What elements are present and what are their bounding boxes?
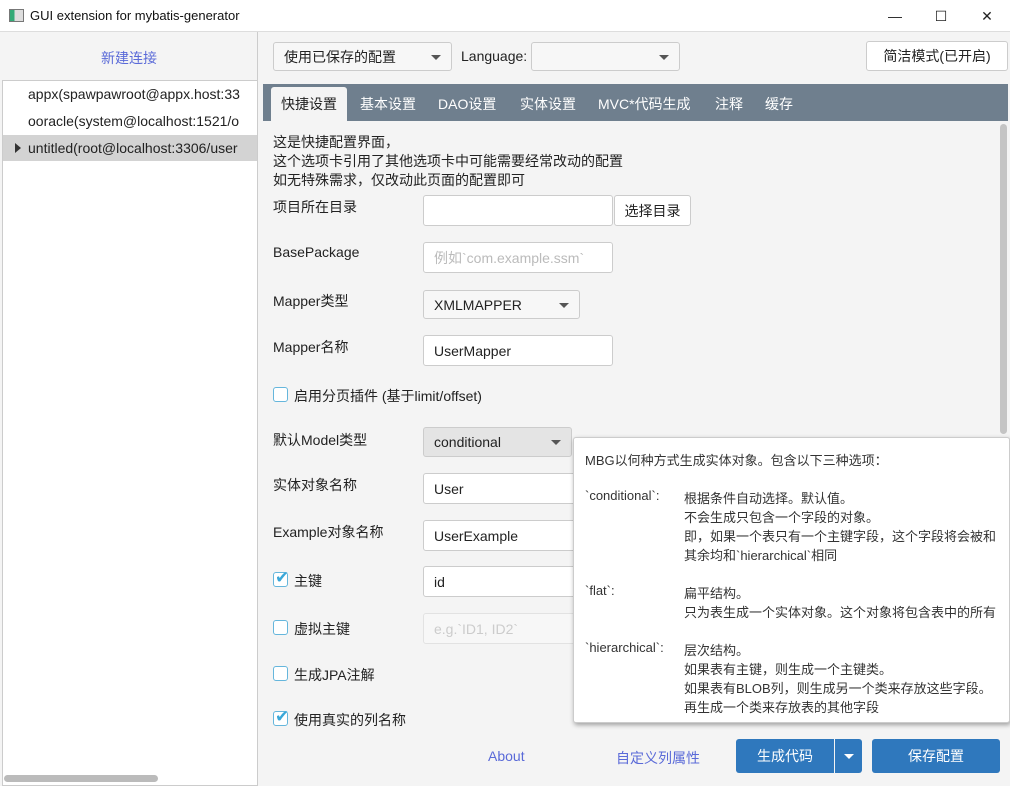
entity-name-label: 实体对象名称 [273, 477, 357, 493]
horizontal-scrollbar[interactable] [4, 775, 158, 782]
tooltip-line: 不会生成只包含一个字段的对象。 [684, 510, 880, 525]
tab-basic-settings[interactable]: 基本设置 [360, 84, 416, 121]
mapper-type-label: Mapper类型 [273, 293, 349, 309]
saved-config-value: 使用已保存的配置 [284, 48, 396, 65]
generate-options-button[interactable] [835, 739, 862, 773]
language-label: Language: [461, 48, 528, 64]
maximize-button[interactable]: ☐ [918, 0, 964, 32]
tab-dao-settings[interactable]: DAO设置 [438, 84, 496, 121]
sidebar: 新建连接 appx(spawpawroot@appx.host:33 oorac… [0, 32, 258, 786]
primary-key-label: 主键 [294, 573, 322, 589]
mapper-name-input[interactable]: UserMapper [423, 335, 613, 366]
project-dir-label: 项目所在目录 [273, 199, 357, 215]
chevron-down-icon [659, 54, 669, 60]
title-bar: GUI extension for mybatis-generator — ☐ … [0, 0, 1010, 32]
chevron-down-icon [843, 753, 854, 759]
tooltip-line: 即，如果一个表只有一个主键字段，这个字段将会被和 [684, 529, 997, 544]
minimize-button[interactable]: — [872, 0, 918, 32]
about-link[interactable]: About [488, 748, 525, 764]
mapper-type-value: XMLMAPPER [434, 296, 522, 313]
tooltip-line: 如果表有BLOB列，则生成另一个类来存放这些字段。 [684, 681, 992, 696]
mapper-type-select[interactable]: XMLMAPPER [423, 290, 580, 319]
connection-item-selected[interactable]: untitled(root@localhost:3306/user [3, 135, 257, 161]
generate-code-button[interactable]: 生成代码 [736, 739, 834, 773]
window-title: GUI extension for mybatis-generator [30, 8, 240, 23]
intro-line: 如无特殊需求，仅改动此页面的配置即可 [273, 172, 525, 188]
tab-bar: 快捷设置 基本设置 DAO设置 实体设置 MVC*代码生成 注释 缓存 [263, 84, 1008, 121]
primary-key-checkbox[interactable]: ✔ [273, 568, 289, 587]
model-type-value: conditional [434, 434, 501, 450]
tooltip-key: `conditional`: [585, 488, 660, 503]
tooltip-key: `hierarchical`: [585, 640, 664, 655]
pagination-checkbox[interactable] [273, 387, 288, 402]
example-name-label: Example对象名称 [273, 524, 384, 540]
real-column-label: 使用真实的列名称 [294, 712, 406, 728]
tooltip-line: 其余均和`hierarchical`相同 [684, 548, 838, 563]
connection-item[interactable]: appx(spawpawroot@appx.host:33 [3, 81, 257, 107]
project-dir-input[interactable] [423, 195, 613, 226]
connection-label: untitled(root@localhost:3306/user [28, 140, 238, 156]
tooltip-line: 扁平结构。 [684, 586, 750, 601]
mapper-name-label: Mapper名称 [273, 339, 349, 355]
tooltip-key: `flat`: [585, 583, 615, 598]
connection-item[interactable]: ooracle(system@localhost:1521/o [3, 108, 257, 134]
app-icon [9, 9, 24, 22]
tooltip-line: 层次结构。 [684, 643, 750, 658]
close-button[interactable]: ✕ [964, 0, 1010, 32]
tab-quick-settings[interactable]: 快捷设置 [271, 87, 347, 121]
tooltip-line: 根据条件自动选择。默认值。 [684, 491, 854, 506]
saved-config-select[interactable]: 使用已保存的配置 [273, 42, 452, 71]
model-type-tooltip: MBG以何种方式生成实体对象。包含以下三种选项： `conditional`: … [573, 437, 1010, 723]
chevron-down-icon [551, 440, 561, 445]
checkmark-icon: ✔ [275, 568, 290, 587]
tooltip-line: 只为表生成一个实体对象。这个对象将包含表中的所有 [684, 605, 997, 620]
custom-columns-link[interactable]: 自定义列属性 [616, 748, 700, 768]
intro-line: 这个选项卡引用了其他选项卡中可能需要经常改动的配置 [273, 153, 623, 169]
choose-dir-button[interactable]: 选择目录 [614, 195, 691, 226]
jpa-checkbox[interactable] [273, 666, 288, 681]
base-package-input[interactable]: 例如`com.example.ssm` [423, 242, 613, 273]
language-select[interactable] [531, 42, 680, 71]
intro-line: 这是快捷配置界面， [273, 134, 399, 150]
jpa-label: 生成JPA注解 [294, 667, 375, 683]
pagination-label: 启用分页插件 (基于limit/offset) [294, 388, 482, 404]
vertical-scrollbar[interactable] [1000, 124, 1007, 434]
simple-mode-button[interactable]: 简洁模式(已开启) [866, 41, 1008, 71]
connection-tree: appx(spawpawroot@appx.host:33 ooracle(sy… [2, 80, 258, 786]
base-package-label: BasePackage [273, 244, 360, 260]
tab-mvc-codegen[interactable]: MVC*代码生成 [598, 84, 691, 121]
new-connection-link[interactable]: 新建连接 [0, 48, 258, 68]
checkmark-icon: ✔ [275, 707, 290, 726]
tooltip-heading: MBG以何种方式生成实体对象。包含以下三种选项： [585, 453, 888, 468]
tooltip-line: 再生成一个类来存放表的其他字段 [684, 700, 880, 715]
tab-entity-settings[interactable]: 实体设置 [520, 84, 576, 121]
model-type-select[interactable]: conditional [423, 427, 572, 457]
tab-cache[interactable]: 缓存 [765, 84, 793, 121]
tab-comments[interactable]: 注释 [715, 84, 743, 121]
chevron-down-icon [431, 54, 441, 60]
chevron-down-icon [559, 302, 569, 308]
save-config-button[interactable]: 保存配置 [872, 739, 1000, 773]
model-type-label: 默认Model类型 [273, 432, 368, 448]
virtual-pk-checkbox[interactable] [273, 620, 288, 635]
tooltip-line: 如果表有主键，则生成一个主键类。 [684, 662, 893, 677]
expand-arrow-icon[interactable] [15, 143, 21, 153]
real-column-checkbox[interactable]: ✔ [273, 707, 289, 726]
virtual-pk-label: 虚拟主键 [294, 621, 350, 637]
